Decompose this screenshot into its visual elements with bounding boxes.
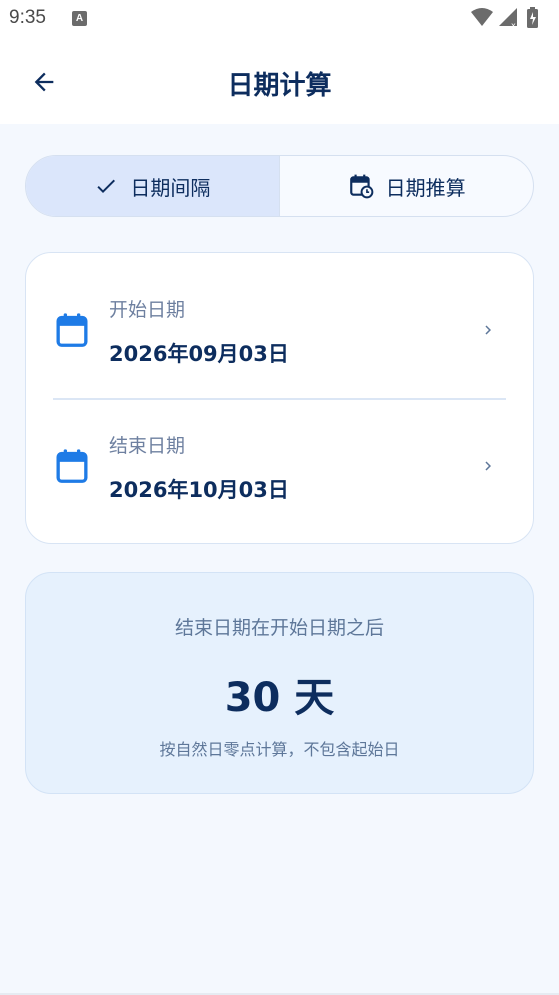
result-note: 按自然日零点计算，不包含起始日 [159,740,400,759]
chevron-right-icon [485,461,491,471]
battery-icon [527,7,538,28]
wifi-icon [471,8,493,26]
tab-date-interval[interactable]: 日期间隔 [26,156,279,216]
notification-icon: A [72,11,87,26]
status-bar: 9:35 A x [0,0,559,40]
chevron-right-icon [485,325,491,335]
tab-date-projection[interactable]: 日期推算 [280,156,533,216]
tab-date-projection-label: 日期推算 [385,175,466,200]
row-divider [53,398,506,400]
end-date-row[interactable]: 结束日期 2026年10月03日 [26,401,533,537]
tab-date-interval-label: 日期间隔 [130,175,211,200]
page-title: 日期计算 [227,71,332,101]
mode-segmented-control: 日期间隔 日期推算 [25,155,534,217]
end-date-label: 结束日期 [109,435,186,457]
start-date-label: 开始日期 [109,299,186,321]
svg-text:x: x [511,21,516,30]
calendar-icon [56,313,88,347]
status-icons: x [469,6,549,30]
check-icon [97,179,116,193]
app-bar: 日期计算 [0,40,559,124]
start-date-value: 2026年09月03日 [109,342,289,366]
start-date-row[interactable]: 开始日期 2026年09月03日 [26,257,533,393]
result-card: 结束日期在开始日期之后 30 天 按自然日零点计算，不包含起始日 [25,572,534,794]
calendar-icon [56,449,88,483]
calendar-clock-icon [349,174,373,199]
end-date-value: 2026年10月03日 [109,478,289,502]
signal-icon: x [499,8,517,30]
date-selection-card: 开始日期 2026年09月03日 结束日期 2026年10月03日 [25,252,534,544]
result-description: 结束日期在开始日期之后 [174,617,384,639]
status-time: 9:35 [9,7,46,28]
result-value: 30 天 [224,675,335,721]
